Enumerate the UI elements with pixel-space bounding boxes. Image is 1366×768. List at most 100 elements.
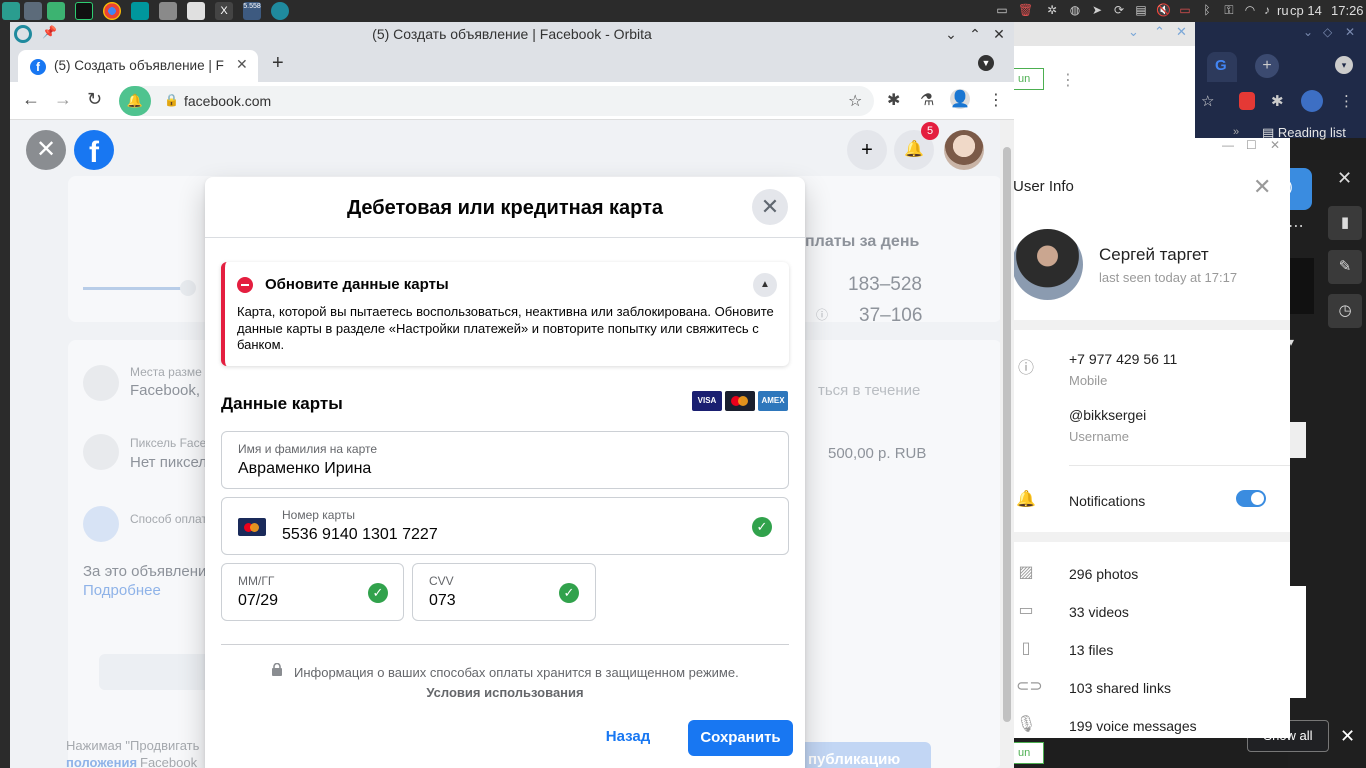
app-icon-2[interactable] xyxy=(24,2,42,20)
arduino-icon[interactable] xyxy=(131,2,149,20)
labs-icon[interactable]: ⚗ xyxy=(920,90,934,110)
media-voice[interactable]: 199 voice messages xyxy=(1069,718,1197,734)
window-icon[interactable]: ▭ xyxy=(995,3,1009,17)
orbita-icon[interactable] xyxy=(271,2,289,20)
tab-facebook[interactable]: f (5) Создать объявление | Fa ✕ xyxy=(18,50,258,82)
media-photos[interactable]: 296 photos xyxy=(1069,566,1138,582)
more-icon[interactable]: ⋯ xyxy=(1288,216,1304,236)
battery-icon[interactable]: ▭ xyxy=(1178,3,1192,17)
extensions-icon[interactable]: ✱ xyxy=(887,90,900,110)
close-icon[interactable]: ✕ xyxy=(1337,168,1352,189)
close-icon[interactable]: ✕ xyxy=(1340,726,1355,747)
chevron-up-icon[interactable]: ⌃ xyxy=(1154,24,1165,40)
tab-search-icon[interactable]: ▼ xyxy=(978,55,994,71)
restore-icon[interactable]: ◇ xyxy=(1323,25,1332,39)
user-avatar[interactable] xyxy=(1012,229,1083,300)
more-icon[interactable]: ⋮ xyxy=(1060,70,1076,90)
notification-bell-icon[interactable]: 🔔 xyxy=(119,86,151,116)
back-button[interactable]: Назад xyxy=(598,728,658,745)
star-icon[interactable]: ☆ xyxy=(1201,92,1214,110)
taskbar-time[interactable]: 17:26 xyxy=(1331,3,1364,18)
new-tab-icon[interactable]: + xyxy=(272,52,284,75)
forward-icon[interactable]: → xyxy=(54,89,72,110)
address-bar[interactable]: 🔔 🔒 facebook.com ☆ xyxy=(119,86,874,116)
phone-number[interactable]: +7 977 429 56 11 xyxy=(1069,351,1177,367)
new-tab-icon[interactable]: + xyxy=(1255,54,1279,78)
bug-icon[interactable]: ✲ xyxy=(1045,3,1059,17)
bluetooth-icon[interactable]: ᛒ xyxy=(1200,3,1214,17)
profile-avatar[interactable] xyxy=(944,130,984,170)
reload-icon[interactable]: ↻ xyxy=(87,89,102,110)
chevron-down-icon[interactable]: ⌄ xyxy=(1303,25,1313,39)
notifications-toggle[interactable] xyxy=(1236,490,1266,507)
close-icon[interactable]: ✕ xyxy=(1176,24,1187,40)
key-icon[interactable]: ⚿ xyxy=(1222,3,1236,17)
chrome-icon[interactable] xyxy=(103,2,121,20)
wifi-icon[interactable]: ◠ xyxy=(1243,3,1257,17)
tab-menu-icon[interactable]: ▾ xyxy=(1335,56,1353,74)
expiry-value[interactable]: 07/29 xyxy=(238,592,278,610)
page-scrollbar-thumb[interactable] xyxy=(1003,147,1011,722)
media-files[interactable]: 13 files xyxy=(1069,642,1113,658)
profile-icon[interactable] xyxy=(1301,90,1323,112)
puzzle-icon[interactable]: ✱ xyxy=(1271,92,1284,110)
lock-icon[interactable]: 🔒 xyxy=(164,93,179,107)
x-icon[interactable]: X xyxy=(215,2,233,20)
shield-icon[interactable]: ◍ xyxy=(1068,3,1082,17)
send-icon[interactable]: ➤ xyxy=(1090,3,1104,17)
maximize-icon[interactable]: ☐ xyxy=(1246,138,1257,152)
create-plus-icon[interactable]: + xyxy=(847,130,887,170)
side-accent[interactable]: ) xyxy=(1288,168,1312,210)
card-number-field[interactable]: Номер карты 5536 9140 1301 7227 ✓ xyxy=(221,497,789,555)
expiry-field[interactable]: ММ/ГГ 07/29 ✓ xyxy=(221,563,404,621)
chevron-icon[interactable]: » xyxy=(1233,126,1239,138)
media-links[interactable]: 103 shared links xyxy=(1069,680,1171,696)
run-button[interactable]: un xyxy=(1014,68,1044,90)
edit-icon[interactable]: ✎ xyxy=(1328,250,1362,284)
trash-icon[interactable]: 🗑 xyxy=(1018,3,1033,17)
close-icon[interactable]: ✕ xyxy=(1270,138,1280,152)
side-input[interactable] xyxy=(1288,422,1306,458)
cardholder-name-field[interactable]: Имя и фамилия на карте Авраменко Ирина xyxy=(221,431,789,489)
card-number-value[interactable]: 5536 9140 1301 7227 xyxy=(282,526,438,544)
mute-icon[interactable]: 🔇 xyxy=(1156,3,1171,17)
cvv-field[interactable]: CVV 073 ✓ xyxy=(412,563,596,621)
cardholder-name-value[interactable]: Авраменко Ирина xyxy=(238,460,371,478)
chevron-up-icon[interactable]: ⌃ xyxy=(966,25,984,43)
chevron-down-icon[interactable]: ⌄ xyxy=(1128,24,1139,40)
save-button[interactable]: Сохранить xyxy=(688,720,793,756)
minimize-icon[interactable]: — xyxy=(1222,138,1234,152)
close-icon[interactable]: ✕ xyxy=(1345,25,1355,39)
counter-app-icon[interactable]: 5.558 xyxy=(243,2,261,20)
extension-red-icon[interactable] xyxy=(1239,92,1255,110)
cvv-value[interactable]: 073 xyxy=(429,592,456,610)
google-tab[interactable]: G xyxy=(1207,52,1237,82)
media-videos[interactable]: 33 videos xyxy=(1069,604,1129,620)
back-icon[interactable]: ← xyxy=(22,89,40,110)
close-tab-icon[interactable]: ✕ xyxy=(236,56,248,73)
url-text[interactable]: facebook.com xyxy=(184,93,271,109)
chevron-down-icon[interactable]: ⌄ xyxy=(942,25,960,43)
username[interactable]: @bikksergei xyxy=(1069,407,1146,423)
chevron-up-icon[interactable]: ▲ xyxy=(753,273,777,297)
app-icon-7[interactable] xyxy=(159,2,177,20)
stats-icon[interactable]: ▮ xyxy=(1328,206,1362,240)
menu-icon[interactable]: ⋮ xyxy=(1339,92,1354,110)
pycharm-icon[interactable] xyxy=(75,2,93,20)
close-dialog-icon[interactable]: ✕ xyxy=(752,189,788,225)
close-icon[interactable]: ✕ xyxy=(26,130,66,170)
profile-icon[interactable]: 👤 xyxy=(950,89,970,109)
mic-icon[interactable]: ♪ xyxy=(1260,3,1274,17)
keyboard-layout[interactable]: ru xyxy=(1277,3,1289,18)
close-icon[interactable]: ✕ xyxy=(990,25,1008,43)
app-icon-8[interactable] xyxy=(187,2,205,20)
clipboard-icon[interactable]: ▤ xyxy=(1134,3,1148,17)
close-icon[interactable]: ✕ xyxy=(1253,174,1271,200)
terms-link[interactable]: Условия использования xyxy=(205,685,805,700)
sync-icon[interactable]: ⟳ xyxy=(1112,3,1126,17)
taskbar-date[interactable]: ср 14 xyxy=(1290,3,1322,18)
files-icon[interactable] xyxy=(47,2,65,20)
run-button-2[interactable]: un xyxy=(1014,742,1044,764)
clock-icon[interactable]: ◷ xyxy=(1328,294,1362,328)
menu-icon[interactable]: ⋮ xyxy=(988,90,1004,110)
